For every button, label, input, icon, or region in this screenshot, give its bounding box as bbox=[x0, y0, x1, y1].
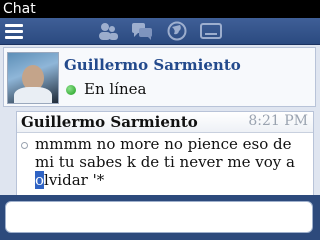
message-time: 8:21 PM bbox=[248, 113, 308, 129]
menu-icon[interactable] bbox=[3, 20, 25, 41]
minimize-icon[interactable] bbox=[200, 21, 222, 41]
globe-icon[interactable] bbox=[166, 21, 188, 41]
message-sender: Guillermo Sarmiento bbox=[21, 113, 198, 131]
conversations-icon[interactable] bbox=[131, 21, 153, 41]
message-text-part: mmmm no more no pience eso de mi tu sabe… bbox=[35, 135, 295, 171]
toolbar bbox=[0, 18, 320, 45]
window-title: Chat bbox=[0, 0, 320, 18]
status-online-icon bbox=[66, 85, 76, 95]
contact-card[interactable]: Guillermo Sarmiento En línea bbox=[3, 47, 316, 107]
message-text-part: lvidar '* bbox=[44, 171, 105, 189]
chat-content: Guillermo Sarmiento En línea Guillermo S… bbox=[0, 45, 320, 199]
message-bullet-icon bbox=[21, 142, 28, 149]
contact-status: En línea bbox=[84, 80, 147, 98]
contacts-icon[interactable] bbox=[97, 21, 119, 41]
message-bubble: Guillermo Sarmiento 8:21 PM mmmm no more… bbox=[16, 111, 314, 199]
avatar bbox=[7, 52, 59, 104]
text-cursor: o bbox=[35, 171, 45, 189]
message-text: mmmm no more no pience eso de mi tu sabe… bbox=[35, 135, 309, 189]
message-input[interactable] bbox=[5, 201, 313, 233]
message-header: Guillermo Sarmiento 8:21 PM bbox=[17, 112, 313, 133]
contact-name: Guillermo Sarmiento bbox=[64, 56, 241, 74]
composer bbox=[0, 195, 320, 240]
